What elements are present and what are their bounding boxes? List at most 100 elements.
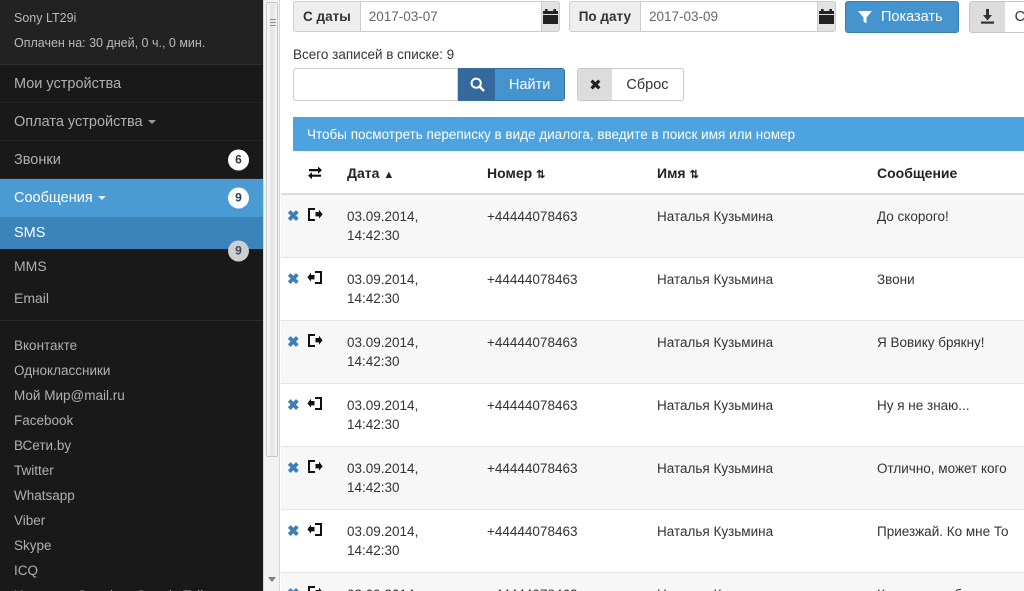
table-row[interactable]: ✖ 03.09.2014,14:42:30+44444078463Наталья …	[281, 572, 1024, 591]
header-direction[interactable]	[307, 151, 347, 195]
sidebar-item-label: Facebook	[14, 413, 74, 428]
sidebar-item-label: Сообщения	[14, 190, 93, 206]
sidebar-item-skype[interactable]: Skype	[0, 533, 263, 558]
sidebar-item-calls[interactable]: Звонки 6	[0, 141, 263, 179]
sidebar-item-vkontakte[interactable]: Вконтакте	[0, 333, 263, 358]
sidebar-item-device-payment[interactable]: Оплата устройства	[0, 103, 263, 141]
outgoing-icon	[307, 333, 347, 348]
row-date-cell: 03.09.2014,14:42:30	[347, 320, 487, 384]
header-date[interactable]: Дата ▲	[347, 151, 487, 195]
row-delete-cell: ✖	[281, 383, 307, 447]
delete-row-button[interactable]: ✖	[287, 523, 300, 540]
table-body: ✖ 03.09.2014, 14:42:30 +44444078463 Наталья …	[281, 193, 1024, 591]
status-badge: 9	[228, 187, 249, 209]
find-button[interactable]: Найти	[458, 68, 566, 101]
sidebar: Sony LT29i Оплачен на: 30 дней, 0 ч., 0 …	[0, 0, 263, 591]
table-row[interactable]: ✖ 03.09.2014,14:42:30+44444078463Наталья …	[281, 383, 1024, 447]
search-input[interactable]	[293, 68, 458, 101]
row-number-cell: +44444078463	[487, 509, 657, 573]
row-direction-cell	[307, 320, 347, 384]
table-header-row: Дата ▲ Номер ⇅ Имя ⇅ Сообщение	[281, 151, 1024, 195]
show-button[interactable]: Показать	[844, 0, 959, 33]
row-direction-cell	[307, 193, 347, 258]
header-date-label: Дата	[347, 165, 380, 181]
sidebar-item-label: MMS	[14, 258, 47, 274]
date-to-input[interactable]	[639, 1, 818, 32]
incoming-icon	[307, 396, 347, 411]
incoming-icon	[307, 270, 347, 285]
sidebar-item-my-devices[interactable]: Мои устройства	[0, 65, 263, 103]
calendar-icon[interactable]	[817, 1, 836, 32]
date-to-label: По дату	[568, 1, 640, 32]
table-row[interactable]: ✖ 03.09.2014,14:42:30+44444078463Наталья …	[281, 257, 1024, 321]
row-number-cell: +44444078463	[487, 446, 657, 510]
total-records-label: Всего записей в списке: 9	[293, 47, 455, 62]
row-date-cell: 03.09.2014,14:42:30	[347, 257, 487, 321]
header-number-label: Номер	[487, 165, 533, 181]
close-icon: ✖	[578, 69, 613, 100]
download-icon	[980, 9, 995, 24]
row-message-cell: Звони	[877, 257, 1024, 321]
header-number[interactable]: Номер ⇅	[487, 151, 657, 195]
header-message[interactable]: Сообщение	[877, 151, 1024, 195]
row-direction-cell	[307, 572, 347, 591]
show-button-label: Показать	[880, 8, 943, 25]
sidebar-item-messages[interactable]: Сообщения 9	[0, 179, 263, 217]
sidebar-item-whatsapp[interactable]: Whatsapp	[0, 483, 263, 508]
date-from-input[interactable]	[359, 1, 542, 32]
delete-row-button[interactable]: ✖	[287, 460, 300, 477]
scrollbar-thumb[interactable]	[266, 2, 278, 457]
delete-row-button[interactable]: ✖	[287, 208, 300, 225]
sidebar-item-label: Оплата устройства	[14, 113, 143, 130]
table-row[interactable]: ✖ 03.09.2014,14:42:30+44444078463Наталья …	[281, 509, 1024, 573]
sidebar-item-label: Viber	[14, 513, 46, 528]
row-date-cell: 03.09.2014,14:42:30	[347, 572, 487, 591]
header-name[interactable]: Имя ⇅	[657, 151, 877, 195]
scroll-down-arrow-icon[interactable]	[268, 577, 276, 582]
device-info-block: Sony LT29i Оплачен на: 30 дней, 0 ч., 0 …	[0, 0, 263, 65]
delete-row-button[interactable]: ✖	[287, 271, 300, 288]
row-number-cell: +44444078463	[487, 572, 657, 591]
sidebar-item-hangouts[interactable]: Хангаутс, Google+, Google Talk	[0, 583, 263, 591]
sidebar-item-odnoklassniki[interactable]: Одноклассники	[0, 358, 263, 383]
row-direction-cell	[307, 257, 347, 321]
device-name: Sony LT29i	[14, 11, 77, 25]
row-message-cell: Ну я не знаю...	[877, 383, 1024, 447]
row-direction-cell	[307, 383, 347, 447]
sidebar-item-moy-mir[interactable]: Мой Мир@mail.ru	[0, 383, 263, 408]
sidebar-item-twitter[interactable]: Twitter	[0, 458, 263, 483]
sidebar-scrollbar[interactable]	[263, 0, 280, 591]
row-date-cell: 03.09.2014,14:42:30	[347, 446, 487, 510]
row-number-cell: +44444078463	[487, 383, 657, 447]
row-name-cell: Наталья Кузьмина	[657, 193, 877, 258]
table-row[interactable]: ✖ 03.09.2014,14:42:30+44444078463Наталья …	[281, 320, 1024, 384]
table-row[interactable]: ✖ 03.09.2014,14:42:30+44444078463Наталья …	[281, 446, 1024, 510]
reset-button-label: Сброс	[626, 76, 669, 93]
sidebar-item-icq[interactable]: ICQ	[0, 558, 263, 583]
reset-button[interactable]: ✖ Сброс	[577, 68, 684, 101]
row-date-cell: 03.09.2014,14:42:30	[347, 509, 487, 573]
sidebar-item-email[interactable]: Email	[0, 283, 263, 313]
delete-row-button[interactable]: ✖	[287, 586, 300, 591]
row-delete-cell: ✖	[281, 320, 307, 384]
delete-row-button[interactable]: ✖	[287, 397, 300, 414]
delete-row-button[interactable]: ✖	[287, 334, 300, 351]
sidebar-item-vseti-by[interactable]: ВСети.by	[0, 433, 263, 458]
download-button[interactable]: Скачать	[968, 0, 1024, 33]
date-filter-toolbar: С даты По дату	[281, 0, 1024, 33]
calendar-icon[interactable]	[541, 1, 560, 32]
header-name-label: Имя	[657, 165, 686, 181]
chevron-down-icon	[147, 119, 156, 124]
row-message-cell: До скорого!	[877, 193, 1024, 258]
table-row[interactable]: ✖ 03.09.2014,14:42:30+44444078463Наталья …	[281, 193, 1024, 258]
sidebar-item-label: SMS	[14, 225, 46, 241]
sidebar-item-viber[interactable]: Viber	[0, 508, 263, 533]
sidebar-item-facebook[interactable]: Facebook	[0, 408, 263, 433]
sort-icon: ⇅	[689, 169, 699, 181]
sidebar-item-label: Мой Мир@mail.ru	[14, 388, 125, 403]
row-number-cell: +44444078463	[487, 257, 657, 321]
sidebar-item-label: Whatsapp	[14, 488, 75, 503]
sidebar-item-mms[interactable]: MMS 9	[0, 240, 263, 283]
date-from-label: С даты	[293, 1, 360, 32]
sidebar-item-sms[interactable]: SMS	[0, 217, 263, 249]
